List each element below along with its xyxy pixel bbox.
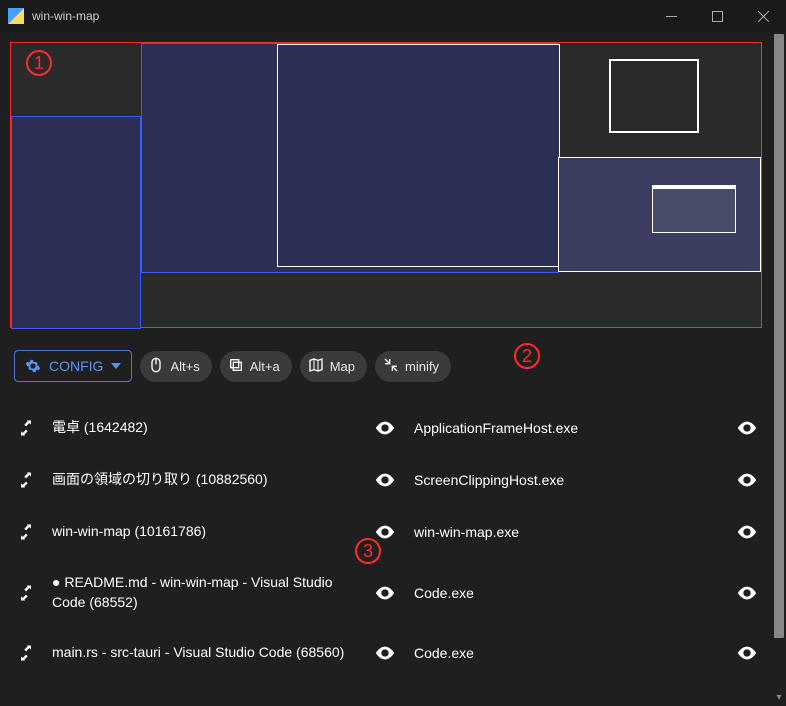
alt-s-button[interactable]: Alt+s bbox=[140, 351, 211, 382]
window-controls bbox=[648, 0, 786, 32]
exe-label: win-win-map.exe bbox=[414, 524, 718, 540]
config-label: CONFIG bbox=[49, 358, 103, 374]
pill-label: Alt+a bbox=[250, 359, 280, 374]
move-handle-icon[interactable] bbox=[14, 470, 38, 490]
pill-label: Map bbox=[330, 359, 355, 374]
window-title-label: ● README.md - win-win-map - Visual Studi… bbox=[52, 573, 356, 612]
minimize-button[interactable] bbox=[648, 0, 694, 32]
alt-a-button[interactable]: Alt+a bbox=[220, 351, 292, 382]
visibility-toggle-icon[interactable] bbox=[370, 469, 400, 491]
move-handle-icon[interactable] bbox=[14, 418, 38, 438]
visibility-toggle-icon[interactable] bbox=[370, 417, 400, 439]
minify-button[interactable]: minify bbox=[375, 351, 451, 382]
map-icon bbox=[308, 357, 324, 376]
annotation-badge-2: 2 bbox=[514, 343, 540, 369]
gear-icon bbox=[25, 358, 41, 374]
maximize-button[interactable] bbox=[694, 0, 740, 32]
scrollbar-thumb[interactable] bbox=[774, 34, 784, 638]
window-title-label: main.rs - src-tauri - Visual Studio Code… bbox=[52, 643, 356, 663]
exe-label: Code.exe bbox=[414, 585, 718, 601]
visibility-toggle-icon[interactable] bbox=[370, 642, 400, 664]
move-handle-icon[interactable] bbox=[14, 643, 38, 663]
move-handle-icon[interactable] bbox=[14, 522, 38, 542]
annotation-badge-3: 3 bbox=[355, 538, 381, 564]
window-rect[interactable] bbox=[277, 44, 560, 267]
exe-label: Code.exe bbox=[414, 645, 718, 661]
window-list: 電卓 (1642482) ApplicationFrameHost.exe 画面の領… bbox=[0, 394, 772, 679]
window-title-label: 画面の領域の切り取り (10882560) bbox=[52, 470, 356, 490]
pill-label: minify bbox=[405, 359, 439, 374]
visibility-toggle-icon[interactable] bbox=[732, 469, 762, 491]
exe-label: ApplicationFrameHost.exe bbox=[414, 420, 718, 436]
move-handle-icon[interactable] bbox=[14, 583, 38, 603]
exe-label: ScreenClippingHost.exe bbox=[414, 472, 718, 488]
window-title-label: win-win-map (10161786) bbox=[52, 522, 356, 542]
app-icon bbox=[8, 8, 24, 24]
window-row: 電卓 (1642482) ApplicationFrameHost.exe bbox=[14, 402, 762, 454]
scrollbar[interactable]: ▾ bbox=[772, 32, 786, 706]
visibility-toggle-icon[interactable] bbox=[732, 582, 762, 604]
visibility-toggle-icon[interactable] bbox=[732, 521, 762, 543]
compress-icon bbox=[383, 357, 399, 376]
window-rect[interactable] bbox=[652, 185, 736, 233]
close-button[interactable] bbox=[740, 0, 786, 32]
visibility-toggle-icon[interactable] bbox=[370, 582, 400, 604]
window-title-label: 電卓 (1642482) bbox=[52, 418, 356, 438]
window-title: win-win-map bbox=[32, 9, 99, 23]
window-map-canvas[interactable] bbox=[10, 42, 762, 328]
copy-icon bbox=[228, 357, 244, 376]
titlebar: win-win-map bbox=[0, 0, 786, 32]
map-button[interactable]: Map bbox=[300, 351, 367, 382]
visibility-toggle-icon[interactable] bbox=[732, 642, 762, 664]
config-button[interactable]: CONFIG bbox=[14, 350, 132, 382]
chevron-down-icon bbox=[111, 363, 121, 369]
window-row: 画面の領域の切り取り (10882560) ScreenClippingHost.… bbox=[14, 454, 762, 506]
pill-label: Alt+s bbox=[170, 359, 199, 374]
window-row: ● README.md - win-win-map - Visual Studi… bbox=[14, 558, 762, 627]
toolbar: CONFIG Alt+s Alt+a Map minify 2 bbox=[0, 336, 772, 394]
window-row: win-win-map (10161786) win-win-map.exe bbox=[14, 506, 762, 558]
window-rect[interactable] bbox=[11, 116, 141, 329]
annotation-badge-1: 1 bbox=[26, 50, 52, 76]
mouse-icon bbox=[148, 357, 164, 376]
scrollbar-down-icon[interactable]: ▾ bbox=[772, 690, 786, 704]
window-rect[interactable] bbox=[609, 59, 699, 133]
visibility-toggle-icon[interactable] bbox=[732, 417, 762, 439]
window-row: main.rs - src-tauri - Visual Studio Code… bbox=[14, 627, 762, 679]
